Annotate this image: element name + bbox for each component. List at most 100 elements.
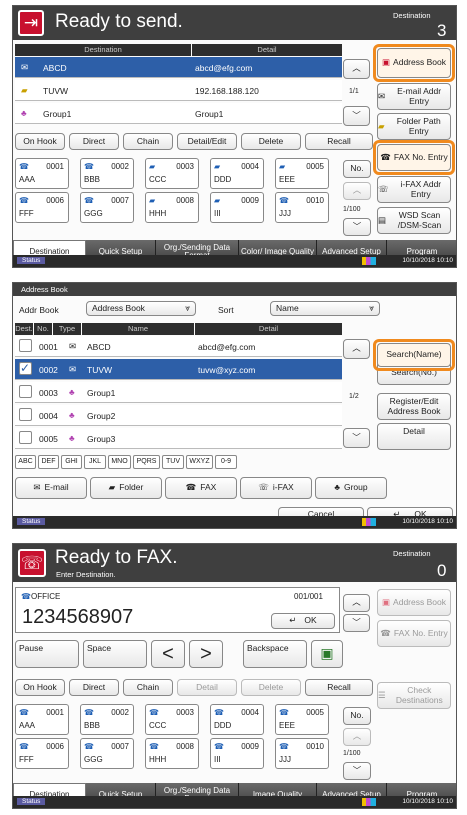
checkbox[interactable]: ✓ <box>19 362 32 375</box>
index-key-6[interactable]: PQRS <box>133 455 160 469</box>
speed-down-button[interactable]: ﹀ <box>343 762 371 780</box>
ifax-entry-button[interactable]: ☏ i-FAX Addr Entry <box>377 176 451 203</box>
scroll-up-button[interactable]: ︿ <box>343 59 370 79</box>
speed-dial-number: 0004 <box>241 708 259 717</box>
speed-dial-button[interactable]: ☎ 0006 FFF <box>15 738 69 769</box>
detail-button[interactable]: Detail <box>377 423 451 450</box>
scroll-down-button[interactable]: ﹀ <box>343 614 370 632</box>
filter-ifax-button[interactable]: ☏ i-FAX <box>240 477 312 499</box>
direct-button[interactable]: Direct <box>69 133 119 150</box>
address-row[interactable]: ✉ 0001 ABCD abcd@efg.com <box>15 336 342 357</box>
space-button[interactable]: Space <box>83 640 147 668</box>
speed-dial-button[interactable]: ☎ 0007 GGG <box>80 738 134 769</box>
chain-button[interactable]: Chain <box>123 679 173 696</box>
filter-email-button[interactable]: ✉ E-mail <box>15 477 87 499</box>
number-ok-button[interactable]: ↵ OK <box>271 613 335 629</box>
cursor-right-button[interactable]: > <box>189 640 223 668</box>
speed-up-button[interactable]: ︿ <box>343 728 371 746</box>
index-key-5[interactable]: MNO <box>108 455 131 469</box>
speed-dial-button[interactable]: ▰ 0005 EEE <box>275 158 329 189</box>
detail-button[interactable]: Detail <box>177 679 237 696</box>
index-key-1[interactable]: ABC <box>15 455 36 469</box>
delete-button[interactable]: Delete <box>241 133 301 150</box>
delete-button[interactable]: Delete <box>241 679 301 696</box>
backspace-button[interactable]: Backspace <box>243 640 307 668</box>
dest-row[interactable]: ▰ TUVW 192.168.188.120 <box>15 80 342 101</box>
number-button[interactable]: No. <box>343 707 371 725</box>
recall-button[interactable]: Recall <box>305 679 373 696</box>
address-row[interactable]: ♣ 0003 Group1 <box>15 382 342 403</box>
filter-fax-button[interactable]: ☎ FAX <box>165 477 237 499</box>
speed-dial-button[interactable]: ▰ 0003 CCC <box>145 158 199 189</box>
wsd-scan-button[interactable]: ▤ WSD Scan /DSM-Scan <box>377 207 451 234</box>
speed-dial-button[interactable]: ☎ 0001 AAA <box>15 158 69 189</box>
dest-row[interactable]: ♣ Group1 Group1 <box>15 103 342 124</box>
recall-button[interactable]: Recall <box>305 133 373 150</box>
checkbox[interactable] <box>19 385 32 398</box>
pause-button[interactable]: Pause <box>15 640 79 668</box>
index-key-9[interactable]: 0-9 <box>215 455 237 469</box>
index-key-7[interactable]: TUV <box>162 455 184 469</box>
status-button[interactable]: Status <box>17 518 46 525</box>
speed-up-button[interactable]: ︿ <box>343 182 371 200</box>
status-button[interactable]: Status <box>17 257 46 264</box>
checkbox[interactable] <box>19 339 32 352</box>
email-entry-button[interactable]: ✉ E-mail Addr Entry <box>377 83 451 110</box>
check-destinations-button[interactable]: ☰ Check Destinations <box>377 682 451 709</box>
address-name: Group3 <box>87 434 116 444</box>
speed-dial-button[interactable]: ☎ 0008 HHH <box>145 738 199 769</box>
chain-button[interactable]: Chain <box>123 133 173 150</box>
speed-dial-button[interactable]: ☎ 0006 FFF <box>15 192 69 223</box>
speed-dial-button[interactable]: ☎ 0005 EEE <box>275 704 329 735</box>
address-row[interactable]: ♣ 0005 Group3 <box>15 428 342 449</box>
scroll-up-button[interactable]: ︿ <box>343 339 370 359</box>
checkbox[interactable] <box>19 431 32 444</box>
addr-book-select[interactable]: Address Book ⩔ <box>86 301 196 316</box>
speed-dial-button[interactable]: ▰ 0004 DDD <box>210 158 264 189</box>
filter-folder-button[interactable]: ▰ Folder <box>90 477 162 499</box>
fax-icon: ☎ <box>185 482 197 493</box>
speed-dial-button[interactable]: ☎ 0010 JJJ <box>275 738 329 769</box>
address-book-icon-button[interactable]: ▣ <box>311 640 343 668</box>
speed-dial-label: CCC <box>149 175 167 184</box>
speed-dial-button[interactable]: ☎ 0007 GGG <box>80 192 134 223</box>
filter-group-button[interactable]: ♣ Group <box>315 477 387 499</box>
index-key-8[interactable]: WXYZ <box>186 455 213 469</box>
address-row[interactable]: ✓ ✉ 0002 TUVW tuvw@xyz.com <box>15 359 342 380</box>
detail-edit-button[interactable]: Detail/Edit <box>177 133 237 150</box>
speed-dial-button[interactable]: ☎ 0010 JJJ <box>275 192 329 223</box>
address-book-button[interactable]: ▣ Address Book <box>377 589 451 616</box>
index-key-4[interactable]: JKL <box>84 455 106 469</box>
speed-dial-button[interactable]: ☎ 0002 BBB <box>80 704 134 735</box>
index-key-3[interactable]: GHI <box>61 455 82 469</box>
scroll-down-button[interactable]: ﹀ <box>343 106 370 126</box>
speed-dial-button[interactable]: ☎ 0002 BBB <box>80 158 134 189</box>
on-hook-button[interactable]: On Hook <box>15 133 65 150</box>
checkbox[interactable] <box>19 408 32 421</box>
speed-dial-button[interactable]: ▰ 0009 III <box>210 192 264 223</box>
speed-down-button[interactable]: ﹀ <box>343 218 371 236</box>
speed-dial-button[interactable]: ☎ 0009 III <box>210 738 264 769</box>
cursor-left-button[interactable]: < <box>151 640 185 668</box>
speed-dial-button[interactable]: ☎ 0004 DDD <box>210 704 264 735</box>
register-edit-button[interactable]: Register/Edit Address Book <box>377 393 451 420</box>
speed-dial-button[interactable]: ▰ 0008 HHH <box>145 192 199 223</box>
speed-dial-button[interactable]: ☎ 0001 AAA <box>15 704 69 735</box>
dest-row[interactable]: ✉ ABCD abcd@efg.com <box>15 57 342 78</box>
status-button[interactable]: Status <box>17 798 46 805</box>
address-no: 0003 <box>39 388 58 398</box>
folder-path-button[interactable]: ▰ Folder Path Entry <box>377 113 451 140</box>
fax-entry-button[interactable]: ☎ FAX No. Entry <box>377 620 451 647</box>
address-row[interactable]: ♣ 0004 Group2 <box>15 405 342 426</box>
toner-indicator <box>362 798 376 806</box>
number-button[interactable]: No. <box>343 160 371 178</box>
fax-number-field[interactable]: 1234568907 <box>22 606 133 629</box>
sort-select[interactable]: Name ⩔ <box>270 301 380 316</box>
direct-button[interactable]: Direct <box>69 679 119 696</box>
speed-dial-button[interactable]: ☎ 0003 CCC <box>145 704 199 735</box>
speed-dial-label: HHH <box>149 209 167 218</box>
scroll-up-button[interactable]: ︿ <box>343 594 370 612</box>
index-key-2[interactable]: DEF <box>38 455 59 469</box>
on-hook-button[interactable]: On Hook <box>15 679 65 696</box>
scroll-down-button[interactable]: ﹀ <box>343 428 370 448</box>
